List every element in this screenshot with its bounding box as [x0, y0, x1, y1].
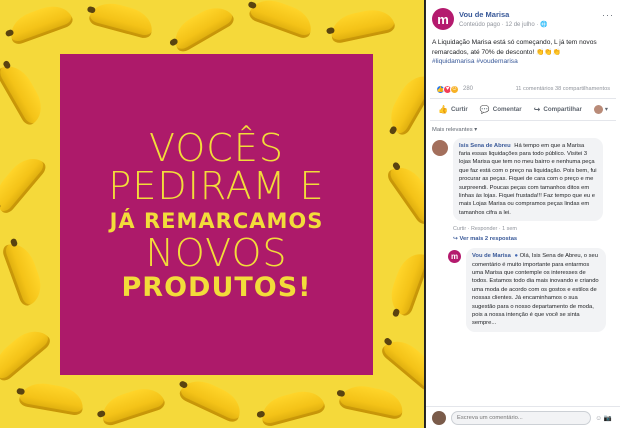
reply-item: m Vou de Marisa ● Olá, Isis Sena de Abre…	[426, 244, 620, 332]
poster-line-1: VOCÊS	[149, 125, 284, 170]
share-label: Compartilhar	[543, 105, 582, 113]
poster-line-4: NOVOS	[145, 230, 288, 275]
thumbs-up-icon: 👍	[438, 104, 448, 114]
comment-author-link[interactable]: Isis Sena de Abreu	[459, 143, 511, 149]
more-options-icon[interactable]: ···	[602, 10, 614, 20]
wow-reaction-icon: ☺	[450, 84, 459, 94]
emoji-camera-gif-icons[interactable]: ☺📷	[595, 414, 614, 422]
write-comment-row: ☺📷	[426, 406, 620, 428]
view-replies-link[interactable]: ↪ Ver mais 2 respostas	[426, 232, 620, 244]
commenter-avatar[interactable]	[432, 139, 448, 156]
reactions-row: 👍 ♥ ☺ 280 11 comentários 38 compartilham…	[430, 71, 616, 99]
verified-badge-icon: ●	[514, 253, 519, 260]
poster-line-3: JÁ REMARCAMOS	[109, 208, 324, 233]
reply-page-avatar[interactable]: m	[448, 250, 461, 264]
like-button[interactable]: 👍 Curtir	[438, 105, 468, 114]
like-label: Curtir	[450, 105, 468, 113]
current-user-avatar	[432, 410, 446, 425]
reaction-count: 280	[463, 86, 474, 93]
post-stats[interactable]: 11 comentários 38 compartilhamentos	[516, 86, 610, 92]
share-button[interactable]: ↪ Compartilhar	[534, 105, 582, 114]
page-avatar[interactable]: m	[432, 8, 454, 30]
share-icon: ↪	[533, 104, 541, 114]
comment-input[interactable]	[451, 410, 592, 425]
post-header: m Vou de Marisa Conteúdo pago · 12 de ju…	[426, 0, 620, 34]
post-image[interactable]: VOCÊS PEDIRAM E JÁ REMARCAMOS NOVOS PROD…	[0, 0, 425, 428]
comment-item: Isis Sena de Abreu Há tempo em que a Mar…	[426, 135, 620, 225]
reaction-summary[interactable]: 👍 ♥ ☺ 280	[436, 84, 474, 94]
viewer-avatar	[593, 104, 603, 114]
comment-bubble: Isis Sena de Abreu Há tempo em que a Mar…	[453, 137, 603, 222]
comment-actions[interactable]: Curtir · Responder · 1 sem	[426, 224, 620, 232]
comment-button[interactable]: 💬 Comentar	[480, 105, 522, 114]
reply-text: Olá, Isis Sena de Abreu, o seu comentári…	[472, 253, 599, 327]
post-actions: 👍 Curtir 💬 Comentar ↪ Compartilhar ▾	[430, 99, 616, 121]
post-text: A Liquidação Marisa está só começando, L…	[426, 34, 620, 71]
reply-author-link[interactable]: Vou de Marisa	[472, 253, 511, 259]
comment-icon: 💬	[479, 104, 490, 114]
poster-line-2: PEDIRAM E	[108, 163, 325, 208]
chevron-down-icon: ▾	[604, 105, 608, 113]
promo-poster: VOCÊS PEDIRAM E JÁ REMARCAMOS NOVOS PROD…	[60, 54, 373, 375]
post-hashtags[interactable]: #liquidamarisa #voudemarisa	[432, 58, 518, 65]
comment-sort-dropdown[interactable]: Mais relevantes ▾	[426, 121, 620, 135]
poster-line-5: PRODUTOS!	[121, 271, 312, 303]
post-body: A Liquidação Marisa está só começando, L…	[432, 39, 597, 56]
reply-bubble: Vou de Marisa ● Olá, Isis Sena de Abreu,…	[466, 248, 606, 332]
comment-label: Comentar	[492, 105, 522, 113]
comment-text: Há tempo em que a Marisa faria essas liq…	[459, 142, 597, 216]
page-name-link[interactable]: Vou de Marisa	[459, 10, 548, 19]
viewer-selector[interactable]: ▾	[593, 104, 608, 114]
post-meta: Conteúdo pago · 12 de julho · 🌐	[459, 22, 548, 28]
post-panel: m Vou de Marisa Conteúdo pago · 12 de ju…	[426, 0, 620, 428]
